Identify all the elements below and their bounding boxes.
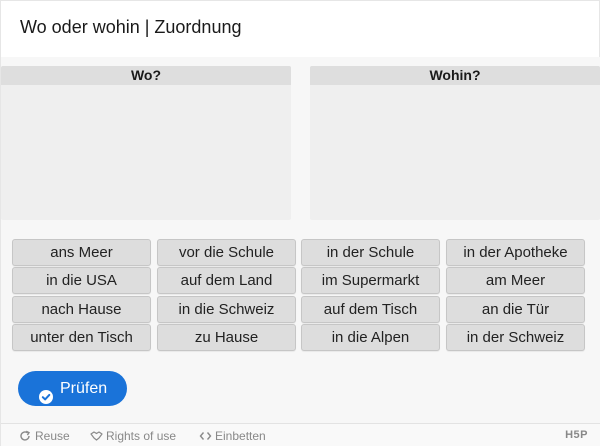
dropzone-wohin[interactable]: Wohin? — [310, 66, 600, 220]
task-area: Wo? Wohin? ans Meer vor die Schule in de… — [1, 57, 600, 423]
page-title: Wo oder wohin | Zuordnung — [20, 17, 242, 37]
draggable-item[interactable]: am Meer — [446, 267, 585, 294]
draggable-item[interactable]: ans Meer — [12, 239, 151, 266]
dropzone-label: Wo? — [1, 66, 291, 85]
draggable-item[interactable]: an die Tür — [446, 296, 585, 323]
draggable-item[interactable]: in die Alpen — [301, 324, 440, 351]
reuse-button[interactable]: Reuse — [19, 428, 70, 444]
h5p-logo[interactable]: H5P — [565, 429, 588, 441]
draggable-item[interactable]: nach Hause — [12, 296, 151, 323]
reuse-icon — [20, 430, 31, 441]
footer-bar: Reuse Rights of use Einbetten H5P — [1, 423, 600, 446]
rights-of-use-button[interactable]: Rights of use — [90, 428, 176, 444]
draggable-item[interactable]: in der Schweiz — [446, 324, 585, 351]
draggable-item[interactable]: auf dem Tisch — [301, 296, 440, 323]
draggable-item[interactable]: unter den Tisch — [12, 324, 151, 351]
draggable-item[interactable]: vor die Schule — [157, 239, 296, 266]
check-button-label: Prüfen — [60, 380, 108, 397]
check-circle-icon — [39, 382, 53, 404]
draggable-item[interactable]: in die Schweiz — [157, 296, 296, 323]
code-icon — [199, 432, 212, 440]
draggable-item[interactable]: auf dem Land — [157, 267, 296, 294]
dropzone-wo[interactable]: Wo? — [1, 66, 291, 220]
dropzone-label: Wohin? — [310, 66, 600, 85]
draggable-item[interactable]: in die USA — [12, 267, 151, 294]
draggable-item[interactable]: zu Hause — [157, 324, 296, 351]
h5p-container: Wo oder wohin | Zuordnung Wo? Wohin? ans… — [0, 0, 600, 446]
check-button[interactable]: Prüfen — [18, 371, 127, 406]
draggable-item[interactable]: im Supermarkt — [301, 267, 440, 294]
draggable-item[interactable]: in der Apotheke — [446, 239, 585, 266]
handshake-icon — [90, 431, 103, 441]
draggable-item[interactable]: in der Schule — [301, 239, 440, 266]
embed-button[interactable]: Einbetten — [199, 428, 266, 444]
